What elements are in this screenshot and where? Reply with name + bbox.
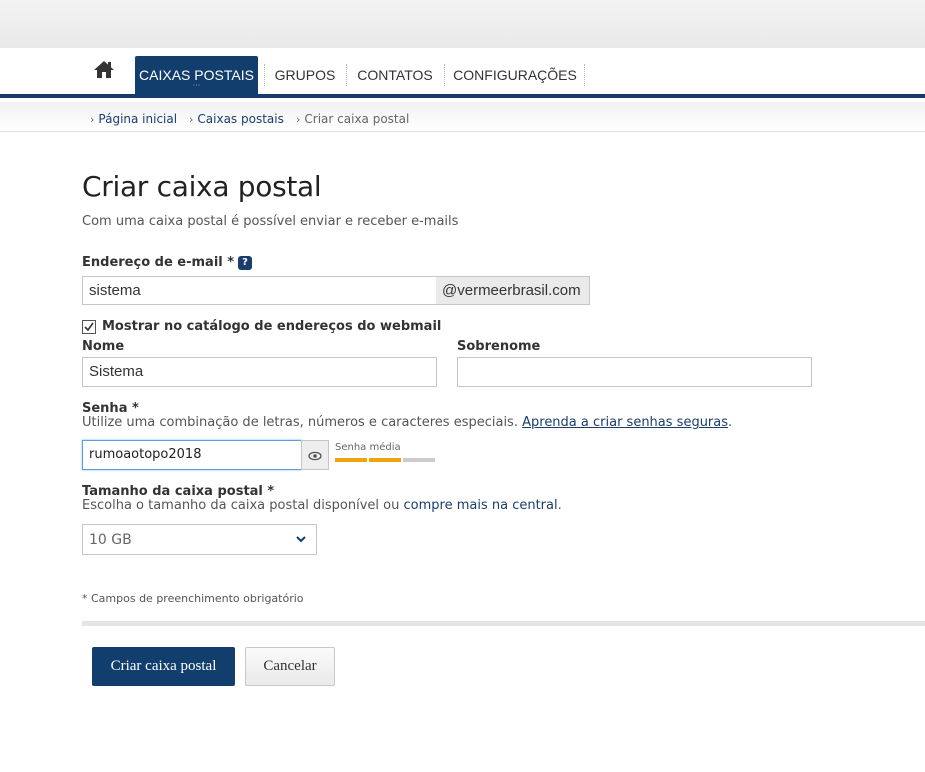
create-mailbox-button[interactable]: Criar caixa postal xyxy=(92,647,235,686)
required-fields-note: * Campos de preenchimento obrigatório xyxy=(82,592,304,605)
mailbox-size-select[interactable]: 10 GB xyxy=(82,524,317,555)
first-name-label: Nome xyxy=(82,339,125,354)
email-field[interactable]: sistema xyxy=(82,276,437,305)
password-hint-text: Utilize uma combinação de letras, número… xyxy=(82,415,518,430)
email-label-row: Endereço de e-mail *? xyxy=(82,255,253,270)
email-label: Endereço de e-mail * xyxy=(82,255,235,270)
show-in-catalog-checkbox[interactable] xyxy=(82,320,96,334)
password-field[interactable]: rumoaotopo2018 xyxy=(82,440,302,470)
breadcrumb-item-home[interactable]: › Página inicial xyxy=(90,112,177,126)
chevron-right-icon: › xyxy=(296,113,301,126)
checkmark-icon xyxy=(84,322,94,332)
chevron-right-icon: › xyxy=(90,113,95,126)
help-icon[interactable]: ? xyxy=(238,256,253,270)
last-name-label: Sobrenome xyxy=(457,339,541,354)
mailbox-size-hint-text: Escolha o tamanho da caixa postal dispon… xyxy=(82,498,400,513)
eye-icon xyxy=(308,451,322,461)
nav-tab-label: CONTATOS xyxy=(357,67,433,83)
breadcrumb-item-mailboxes[interactable]: › Caixas postais xyxy=(189,112,284,126)
mailbox-size-hint: Escolha o tamanho da caixa postal dispon… xyxy=(82,498,562,513)
divider xyxy=(82,621,925,626)
nav-tab-caixas-postais[interactable]: CAIXAS POSTAIS ⋅⋅⋅ xyxy=(135,56,258,94)
nav-tab-configuracoes[interactable]: CONFIGURAÇÕES xyxy=(452,56,578,94)
chevron-right-icon: › xyxy=(189,113,194,126)
breadcrumb-label: Página inicial xyxy=(98,112,178,126)
buy-more-link[interactable]: compre mais na central xyxy=(404,498,558,513)
nav-separator xyxy=(346,64,347,86)
breadcrumb-label: Criar caixa postal xyxy=(304,112,410,126)
password-strength-label: Senha média xyxy=(335,442,401,453)
breadcrumb-label: Caixas postais xyxy=(197,112,284,126)
chevron-down-icon xyxy=(296,536,306,543)
nav-tab-label: GRUPOS xyxy=(274,67,336,83)
page-subtitle: Com uma caixa postal é possível enviar e… xyxy=(82,214,459,229)
show-in-catalog-label[interactable]: Mostrar no catálogo de endereços do webm… xyxy=(102,319,441,334)
cancel-button[interactable]: Cancelar xyxy=(245,647,335,686)
home-icon[interactable] xyxy=(92,58,116,80)
password-hint: Utilize uma combinação de letras, número… xyxy=(82,415,732,430)
password-hint-end: . xyxy=(728,415,733,430)
strength-bar-2 xyxy=(369,458,401,462)
page-title: Criar caixa postal xyxy=(82,170,322,203)
last-name-field[interactable] xyxy=(457,357,812,387)
mailbox-size-value: 10 GB xyxy=(89,532,132,548)
active-indicator: ⋅⋅⋅ xyxy=(192,81,201,90)
secure-password-link[interactable]: Aprenda a criar senhas seguras xyxy=(522,415,728,430)
nav-tab-label: CONFIGURAÇÕES xyxy=(453,67,577,83)
email-domain-suffix: @vermeerbrasil.com xyxy=(436,276,590,305)
browser-top-area xyxy=(0,0,925,48)
main-nav: CAIXAS POSTAIS ⋅⋅⋅ GRUPOS CONTATOS CONFI… xyxy=(0,48,925,98)
password-label: Senha * xyxy=(82,401,139,416)
nav-separator xyxy=(264,64,265,86)
breadcrumb: › Página inicial › Caixas postais › Criar c… xyxy=(0,102,925,132)
mailbox-size-label: Tamanho da caixa postal * xyxy=(82,484,275,499)
strength-bar-3 xyxy=(403,458,435,462)
breadcrumb-item-current: › Criar caixa postal xyxy=(296,112,409,126)
first-name-field[interactable]: Sistema xyxy=(82,357,437,387)
nav-tab-grupos[interactable]: GRUPOS xyxy=(270,56,340,94)
nav-separator xyxy=(444,64,445,86)
nav-separator xyxy=(584,64,585,86)
nav-tab-contatos[interactable]: CONTATOS xyxy=(352,56,438,94)
mailbox-size-hint-end: . xyxy=(557,498,562,513)
reveal-password-button[interactable] xyxy=(301,440,329,470)
strength-bar-1 xyxy=(335,458,367,462)
